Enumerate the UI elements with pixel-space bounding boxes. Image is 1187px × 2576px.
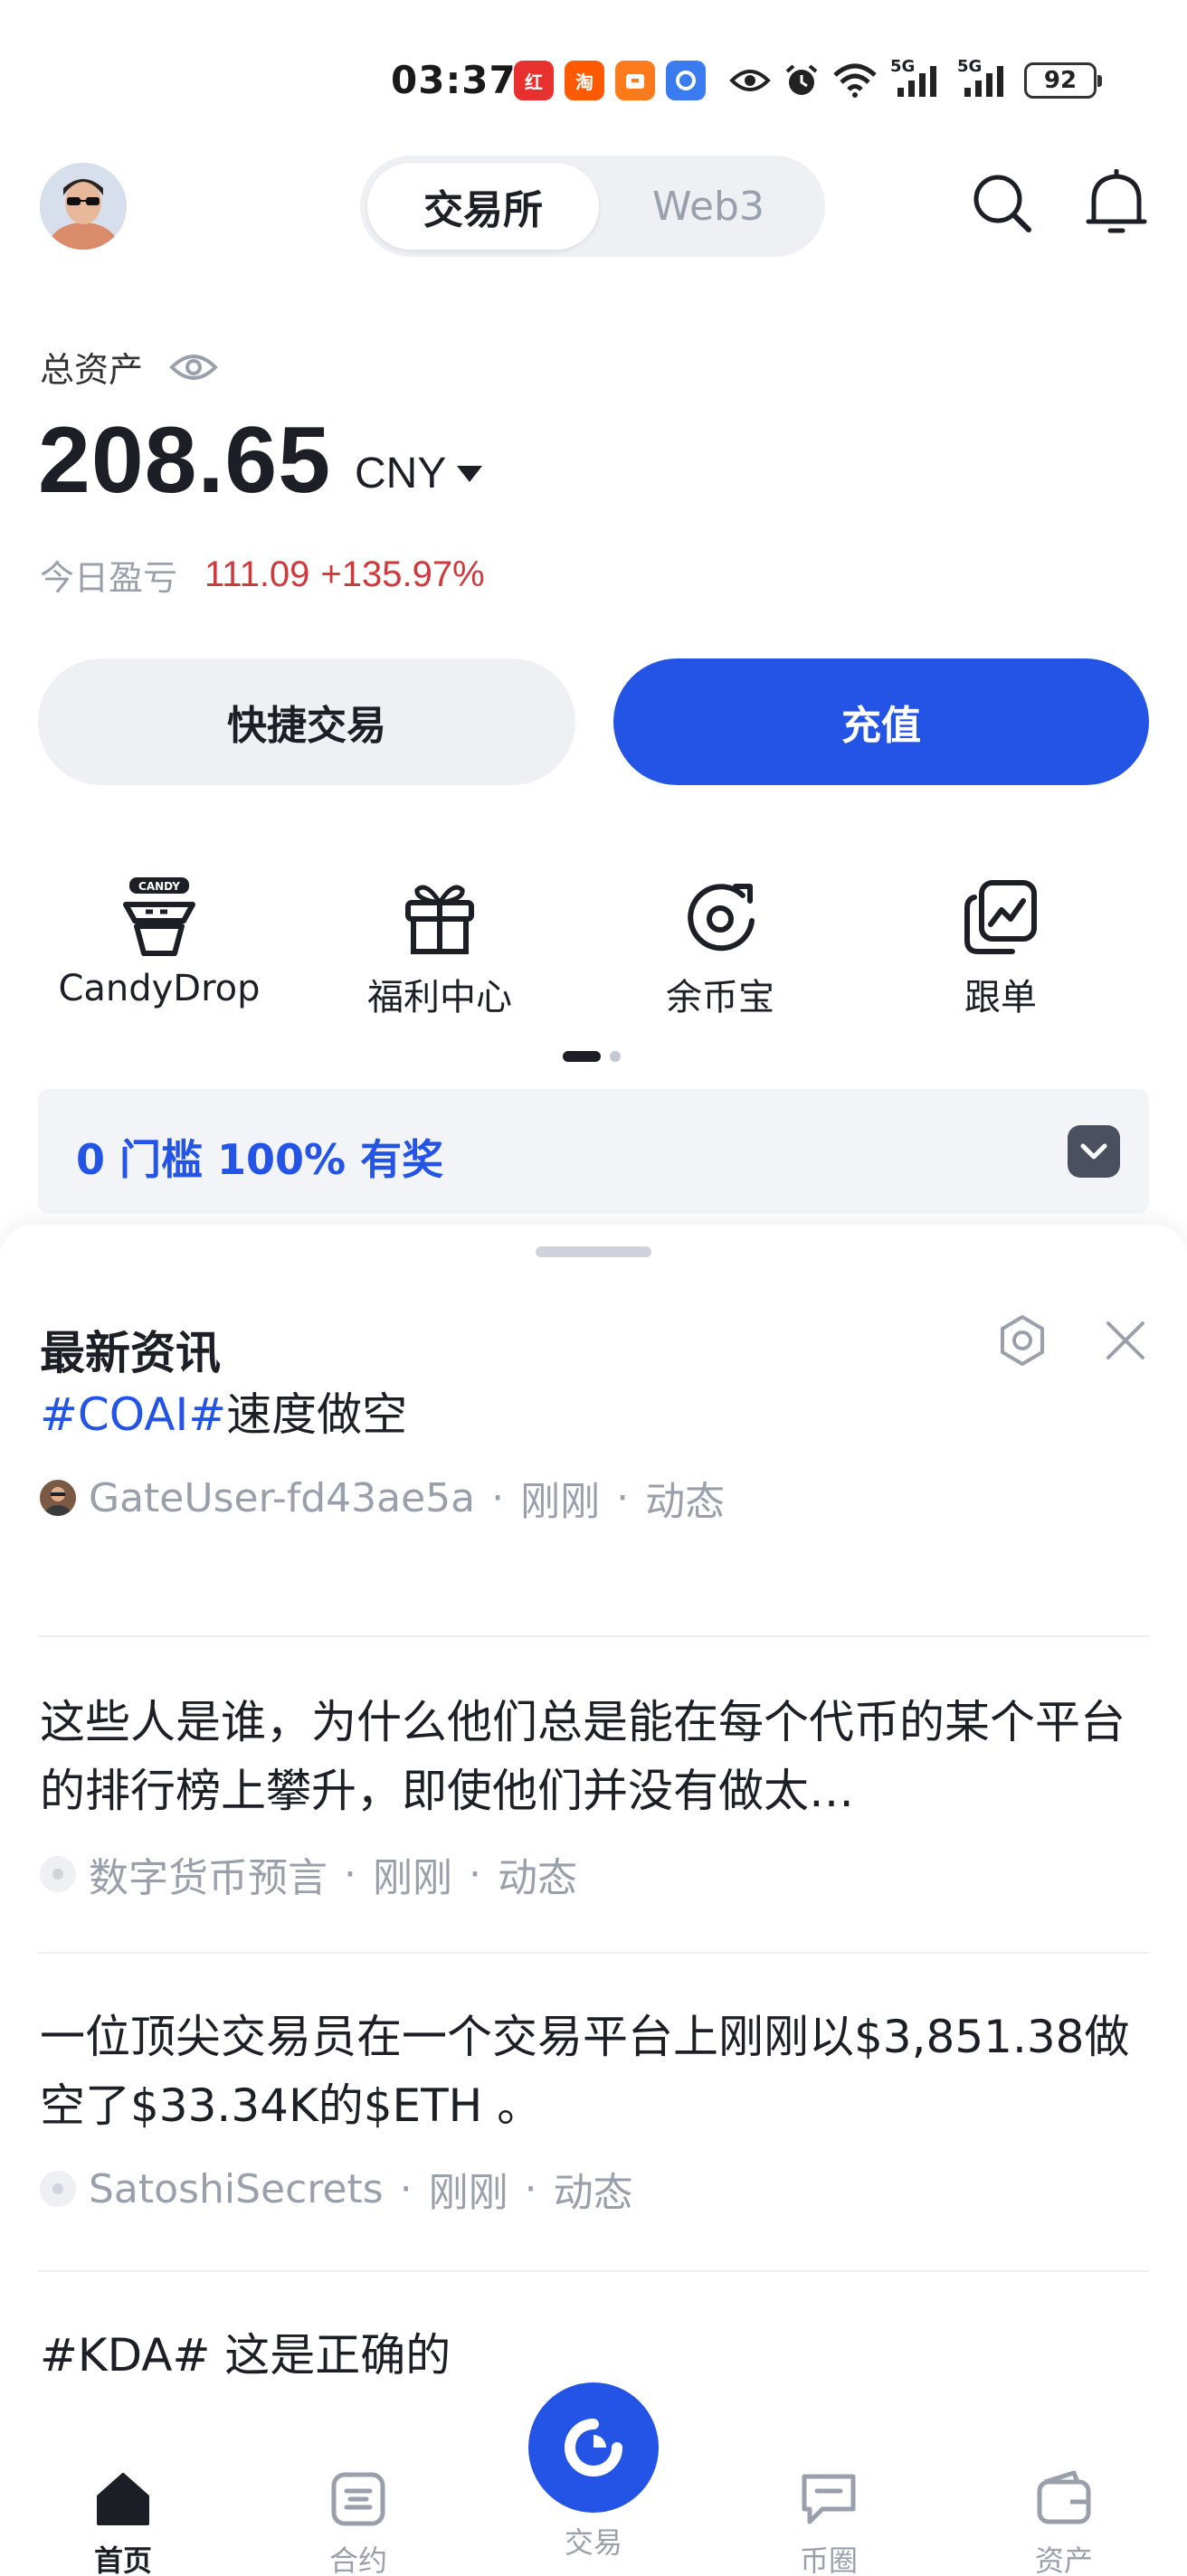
news-hashtag[interactable]: #COAI# xyxy=(40,1388,226,1441)
news-author[interactable]: SatoshiSecrets xyxy=(89,2166,384,2212)
eye-toggle-icon[interactable] xyxy=(168,351,219,384)
status-icons: 红 淘 5G 5G 92 xyxy=(514,57,1102,101)
currency-label: CNY xyxy=(355,450,447,497)
package-app-icon xyxy=(615,61,655,100)
battery-indicator: 92 xyxy=(1024,62,1102,99)
news-meta: 数字货币预言 · 刚刚 · 动态 xyxy=(40,1845,1149,1903)
news-headline: #KDA# 这是正确的 xyxy=(40,2329,451,2382)
news-headline: 一位顶尖交易员在一个交易平台上刚刚以$3,851.38做空了$33.34K的$E… xyxy=(40,2011,1130,2132)
jingdong-app-icon: 红 xyxy=(514,61,554,100)
search-icon[interactable] xyxy=(966,163,1039,244)
divider xyxy=(38,1635,1149,1637)
promo-banner[interactable]: 0 门槛 100% 有奖 xyxy=(38,1089,1149,1214)
shortcut-welfare-center[interactable]: 福利中心 xyxy=(322,876,557,1020)
author-avatar xyxy=(40,1856,76,1892)
status-time: 03:37 xyxy=(391,58,517,102)
browser-app-icon xyxy=(666,61,706,100)
news-sheet: 最新资讯 #COAI#速度做空 GateUser-fd43ae5a · 刚刚 ·… xyxy=(0,1225,1187,2437)
news-headline: #COAI#速度做空 xyxy=(40,1388,408,1441)
wifi-icon xyxy=(832,62,878,99)
shortcut-earn[interactable]: 余币宝 xyxy=(603,876,838,1020)
nav-label: 资产 xyxy=(1034,2543,1093,2576)
nav-assets[interactable]: 资产 xyxy=(973,2437,1154,2576)
trade-icon xyxy=(565,2419,622,2477)
news-item[interactable]: #COAI#速度做空 GateUser-fd43ae5a · 刚刚 · 动态 xyxy=(40,1380,1149,1527)
total-assets-value: 208.65 xyxy=(38,408,332,513)
futures-icon xyxy=(328,2469,388,2529)
news-author[interactable]: GateUser-fd43ae5a xyxy=(89,1475,475,1521)
bell-icon[interactable] xyxy=(1080,163,1153,244)
tab-web3[interactable]: Web3 xyxy=(599,163,818,250)
deposit-button[interactable]: 充值 xyxy=(613,658,1149,785)
settings-icon[interactable] xyxy=(993,1308,1051,1373)
nav-label: 币圈 xyxy=(799,2543,858,2576)
assets-label-text: 总资产 xyxy=(40,350,144,390)
quick-trade-button[interactable]: 快捷交易 xyxy=(38,658,575,785)
news-type: 动态 xyxy=(498,1855,577,1901)
caret-down-icon xyxy=(457,465,483,482)
news-time: 刚刚 xyxy=(520,1479,601,1525)
news-type: 动态 xyxy=(645,1479,726,1525)
eye-status-icon xyxy=(729,67,771,94)
status-bar: 03:37 红 淘 5G 5G 92 xyxy=(0,0,1187,154)
taobao-app-icon: 淘 xyxy=(565,61,604,100)
trade-fab-button[interactable] xyxy=(528,2382,659,2513)
copy-trade-icon xyxy=(960,876,1041,957)
news-item[interactable]: 这些人是谁，为什么他们总是能在每个代币的某个平台的排行榜上攀升，即使他们并没有做… xyxy=(40,1688,1149,1903)
divider xyxy=(38,1952,1149,1954)
news-author[interactable]: 数字货币预言 xyxy=(89,1845,328,1903)
promo-text: 0 门槛 100% 有奖 xyxy=(76,1135,444,1184)
nav-home[interactable]: 首页 xyxy=(33,2437,214,2576)
divider xyxy=(38,2270,1149,2272)
shortcut-label: 余币宝 xyxy=(666,977,774,1018)
news-time: 刚刚 xyxy=(428,2170,508,2216)
svg-text:CANDY: CANDY xyxy=(138,880,180,893)
author-avatar xyxy=(40,2171,76,2207)
exchange-web3-switch: 交易所 Web3 xyxy=(360,156,825,257)
nav-trade-label: 交易 xyxy=(564,2525,622,2560)
home-icon xyxy=(93,2469,153,2529)
carousel-pager xyxy=(563,1051,621,1062)
news-title: 最新资讯 xyxy=(40,1327,221,1379)
savings-icon xyxy=(679,876,761,957)
close-icon[interactable] xyxy=(1097,1308,1154,1373)
news-time: 刚刚 xyxy=(373,1855,452,1901)
candy-icon: CANDY xyxy=(119,876,200,957)
shortcut-candydrop[interactable]: CANDY CandyDrop xyxy=(42,876,277,1009)
news-meta: SatoshiSecrets · 刚刚 · 动态 xyxy=(40,2160,1149,2218)
shortcut-label: CandyDrop xyxy=(58,968,261,1009)
wallet-icon xyxy=(1034,2469,1094,2529)
nav-label: 合约 xyxy=(328,2543,387,2576)
news-type: 动态 xyxy=(553,2170,633,2216)
news-item[interactable]: #KDA# 这是正确的 xyxy=(40,2321,1149,2390)
author-avatar xyxy=(40,1480,76,1516)
news-item[interactable]: 一位顶尖交易员在一个交易平台上刚刚以$3,851.38做空了$33.34K的$E… xyxy=(40,2003,1149,2218)
pnl-label: 今日盈亏 xyxy=(40,558,178,598)
user-avatar[interactable] xyxy=(40,163,127,250)
chevron-down-icon[interactable] xyxy=(1068,1125,1120,1178)
today-pnl: 今日盈亏 111.09 +135.97% xyxy=(40,550,485,600)
currency-selector[interactable]: CNY xyxy=(355,449,483,498)
nav-label: 首页 xyxy=(93,2543,152,2576)
shortcut-label: 福利中心 xyxy=(367,977,512,1018)
shortcut-copy-trade[interactable]: 跟单 xyxy=(883,876,1118,1020)
gift-icon xyxy=(399,876,480,957)
tab-exchange[interactable]: 交易所 xyxy=(367,163,599,250)
chat-icon xyxy=(799,2469,859,2529)
pnl-percent: +135.97% xyxy=(320,554,485,594)
shortcut-label: 跟单 xyxy=(964,977,1037,1018)
news-meta: GateUser-fd43ae5a · 刚刚 · 动态 xyxy=(40,1469,1149,1527)
cellular-signal-icon: 5G xyxy=(890,57,945,99)
total-assets-label: 总资产 xyxy=(40,342,219,392)
news-headline: 这些人是谁，为什么他们总是能在每个代币的某个平台的排行榜上攀升，即使他们并没有做… xyxy=(40,1696,1125,1817)
alarm-icon xyxy=(783,62,820,99)
sheet-drag-handle[interactable] xyxy=(536,1246,651,1257)
cellular-signal-icon-2: 5G xyxy=(957,57,1011,99)
nav-futures[interactable]: 合约 xyxy=(268,2437,449,2576)
nav-community[interactable]: 币圈 xyxy=(738,2437,919,2576)
pnl-value: 111.09 xyxy=(204,554,310,594)
